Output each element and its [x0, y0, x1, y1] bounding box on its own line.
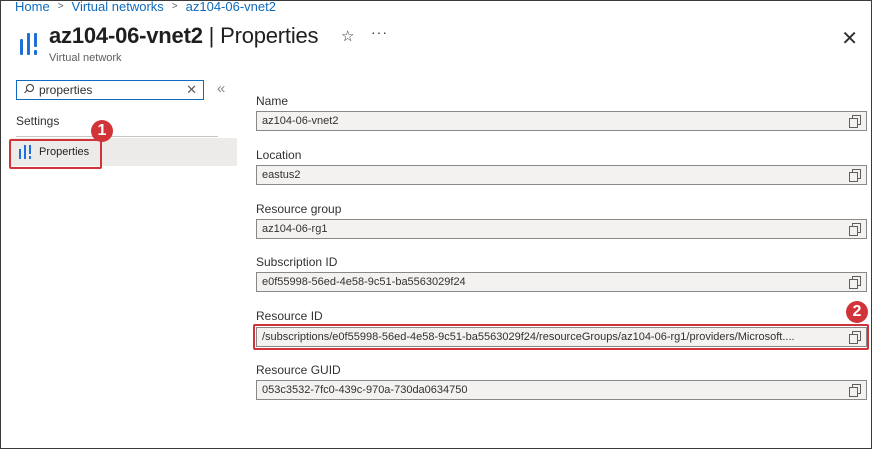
callout-badge-2: 2 — [846, 301, 868, 323]
menu-search-input[interactable] — [39, 83, 189, 97]
copy-icon[interactable] — [849, 276, 861, 289]
copy-icon[interactable] — [849, 169, 861, 182]
field-label-subscription-id: Subscription ID — [256, 255, 338, 269]
field-value: 053c3532-7fc0-439c-970a-730da0634750 — [262, 384, 468, 396]
field-subscription-id[interactable]: e0f55998-56ed-4e58-9c51-ba5563029f24 — [256, 272, 867, 292]
collapse-menu-icon[interactable]: « — [217, 80, 225, 97]
field-value: eastus2 — [262, 169, 301, 181]
breadcrumb-separator-icon: > — [57, 1, 64, 12]
field-label-name: Name — [256, 94, 289, 108]
breadcrumb-virtual-networks[interactable]: Virtual networks — [72, 1, 164, 14]
clear-search-icon[interactable]: ✕ — [186, 82, 197, 98]
field-label-resource-id: Resource ID — [256, 309, 323, 323]
search-icon — [21, 82, 37, 98]
page-title-suffix: | Properties — [202, 23, 319, 48]
copy-icon[interactable] — [849, 223, 861, 236]
field-value: az104-06-rg1 — [262, 223, 328, 235]
more-options-icon[interactable]: ··· — [371, 24, 388, 40]
field-resource-group[interactable]: az104-06-rg1 — [256, 219, 867, 239]
field-value: az104-06-vnet2 — [262, 115, 339, 127]
section-divider — [16, 136, 218, 137]
field-name[interactable]: az104-06-vnet2 — [256, 111, 867, 131]
field-label-resource-guid: Resource GUID — [256, 363, 341, 377]
breadcrumb-separator-icon: > — [171, 1, 178, 12]
field-resource-guid[interactable]: 053c3532-7fc0-439c-970a-730da0634750 — [256, 380, 867, 400]
breadcrumb: Home > Virtual networks > az104-06-vnet2 — [15, 1, 276, 15]
callout-highlight-1 — [9, 139, 102, 169]
settings-section-label: Settings — [16, 114, 60, 128]
callout-badge-1: 1 — [91, 120, 113, 142]
field-location[interactable]: eastus2 — [256, 165, 867, 185]
favorite-star-icon[interactable]: ☆ — [341, 27, 354, 45]
resource-name: az104-06-vnet2 — [49, 23, 203, 48]
breadcrumb-home[interactable]: Home — [15, 1, 50, 14]
azure-portal-window: Home > Virtual networks > az104-06-vnet2… — [0, 0, 872, 449]
copy-icon[interactable] — [849, 115, 861, 128]
close-icon[interactable]: ✕ — [841, 26, 858, 51]
resource-type-subtitle: Virtual network — [49, 52, 122, 64]
page-title: az104-06-vnet2 | Properties — [49, 23, 319, 49]
field-label-location: Location — [256, 148, 302, 162]
menu-search-box[interactable]: ✕ — [16, 80, 204, 100]
blade-header: az104-06-vnet2 | Properties Virtual netw… — [15, 21, 861, 67]
copy-icon[interactable] — [849, 384, 861, 397]
field-value: e0f55998-56ed-4e58-9c51-ba5563029f24 — [262, 276, 466, 288]
breadcrumb-resource[interactable]: az104-06-vnet2 — [186, 1, 276, 14]
field-label-resource-group: Resource group — [256, 202, 342, 216]
callout-highlight-2 — [253, 324, 869, 350]
virtual-network-icon — [18, 31, 40, 57]
